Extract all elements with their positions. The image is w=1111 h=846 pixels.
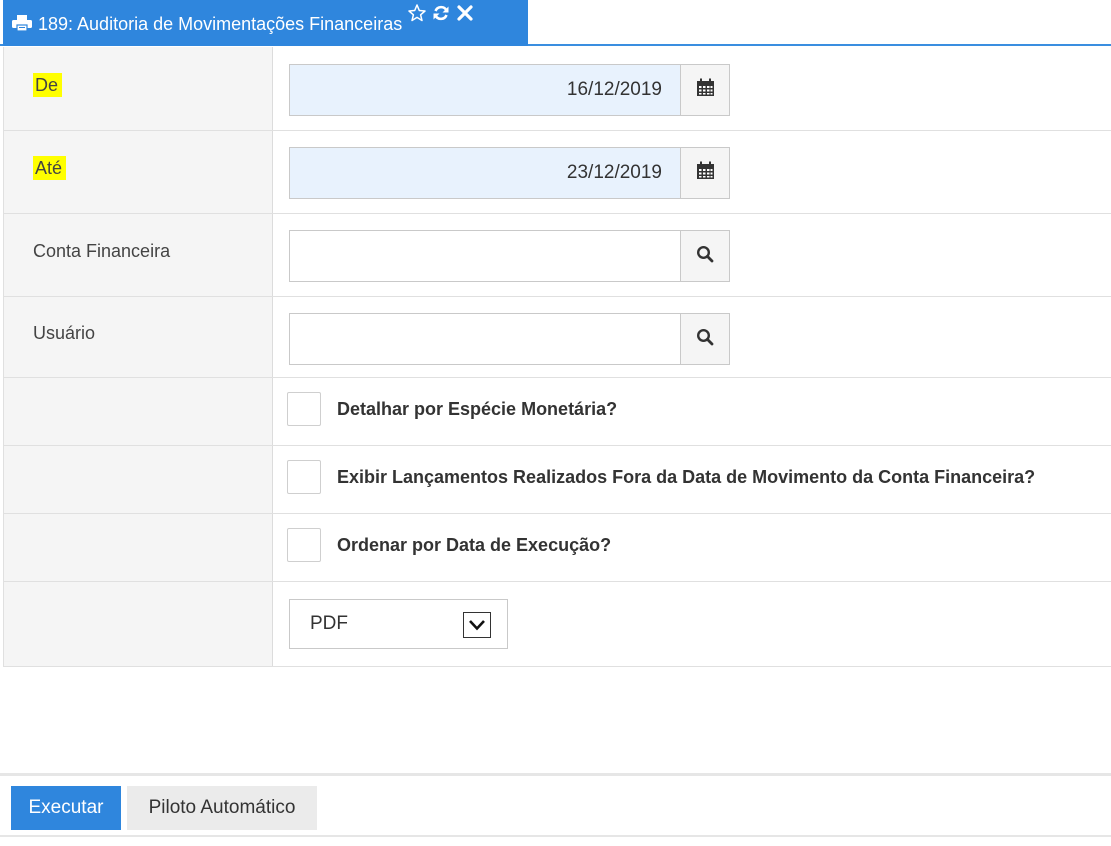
- field-cell-ate: 23/12/2019: [273, 131, 1111, 213]
- field-cell-de: 16/12/2019: [273, 47, 1111, 130]
- field-cell-checkbox: Ordenar por Data de Execução?: [273, 514, 1111, 581]
- date-to-input[interactable]: 23/12/2019: [289, 147, 680, 199]
- conta-financeira-group: [289, 230, 730, 282]
- date-from-input[interactable]: 16/12/2019: [289, 64, 680, 116]
- checkbox-ordenar-label: Ordenar por Data de Execução?: [337, 534, 612, 555]
- row-usuario: Usuário: [3, 297, 1111, 378]
- row-ate: Até 23/12/2019: [3, 131, 1111, 214]
- checkbox-detalhar-wrap: Detalhar por Espécie Monetária?: [287, 392, 617, 426]
- field-cell-checkbox: Exibir Lançamentos Realizados Fora da Da…: [273, 446, 1111, 513]
- field-cell-usuario: [273, 297, 1111, 377]
- field-cell-format: PDF: [273, 582, 1111, 666]
- row-de: De 16/12/2019: [3, 47, 1111, 131]
- label-cell-empty: [3, 514, 273, 581]
- report-form: De 16/12/2019 Até 23/12/2019 Conta Finan…: [3, 47, 1111, 667]
- row-format: PDF: [3, 582, 1111, 667]
- tab-report[interactable]: 189: Auditoria de Movimentações Financei…: [3, 0, 528, 46]
- search-icon: [696, 245, 714, 268]
- date-to-group: 23/12/2019: [289, 147, 730, 199]
- tab-bar: 189: Auditoria de Movimentações Financei…: [0, 0, 1111, 46]
- checkbox-ordenar[interactable]: [287, 528, 321, 562]
- autopilot-button[interactable]: Piloto Automático: [127, 786, 317, 830]
- star-icon[interactable]: [408, 4, 426, 22]
- usuario-group: [289, 313, 730, 365]
- row-checkbox-detalhar: Detalhar por Espécie Monetária?: [3, 378, 1111, 446]
- format-select-value: PDF: [310, 613, 348, 634]
- printer-icon: [12, 15, 32, 32]
- refresh-icon[interactable]: [432, 4, 450, 22]
- label-cell-conta: Conta Financeira: [3, 214, 273, 296]
- label-cell-de: De: [3, 47, 273, 130]
- checkbox-detalhar[interactable]: [287, 392, 321, 426]
- checkbox-exibir-wrap: Exibir Lançamentos Realizados Fora da Da…: [287, 460, 1035, 494]
- field-cell-conta: [273, 214, 1111, 296]
- conta-financeira-input[interactable]: [289, 230, 680, 282]
- field-cell-checkbox: Detalhar por Espécie Monetária?: [273, 378, 1111, 445]
- label-cell-empty: [3, 582, 273, 666]
- calendar-icon: [696, 161, 715, 185]
- format-select[interactable]: PDF: [289, 599, 508, 649]
- chevron-down-icon: [463, 612, 491, 638]
- execute-button[interactable]: Executar: [11, 786, 121, 830]
- usuario-input[interactable]: [289, 313, 680, 365]
- date-to-calendar-button[interactable]: [680, 147, 730, 199]
- checkbox-detalhar-label: Detalhar por Espécie Monetária?: [337, 398, 618, 419]
- de-label: De: [33, 73, 63, 97]
- label-cell-empty: [3, 446, 273, 513]
- label-cell-empty: [3, 378, 273, 445]
- usuario-search-button[interactable]: [680, 313, 730, 365]
- row-checkbox-exibir: Exibir Lançamentos Realizados Fora da Da…: [3, 446, 1111, 514]
- row-checkbox-ordenar: Ordenar por Data de Execução?: [3, 514, 1111, 582]
- calendar-icon: [696, 78, 715, 102]
- checkbox-ordenar-wrap: Ordenar por Data de Execução?: [287, 528, 611, 562]
- usuario-label: Usuário: [33, 323, 96, 343]
- date-from-calendar-button[interactable]: [680, 64, 730, 116]
- close-icon[interactable]: [456, 4, 474, 22]
- label-cell-usuario: Usuário: [3, 297, 273, 377]
- row-conta-financeira: Conta Financeira: [3, 214, 1111, 297]
- conta-financeira-label: Conta Financeira: [33, 241, 171, 261]
- checkbox-exibir-lancamentos[interactable]: [287, 460, 321, 494]
- ate-label: Até: [33, 156, 67, 180]
- conta-financeira-search-button[interactable]: [680, 230, 730, 282]
- tab-title: 189: Auditoria de Movimentações Financei…: [38, 14, 403, 34]
- tab-actions: [408, 4, 474, 22]
- action-toolbar: Executar Piloto Automático: [0, 773, 1111, 837]
- checkbox-exibir-label: Exibir Lançamentos Realizados Fora da Da…: [337, 466, 1036, 487]
- date-from-group: 16/12/2019: [289, 64, 730, 116]
- label-cell-ate: Até: [3, 131, 273, 213]
- search-icon: [696, 328, 714, 351]
